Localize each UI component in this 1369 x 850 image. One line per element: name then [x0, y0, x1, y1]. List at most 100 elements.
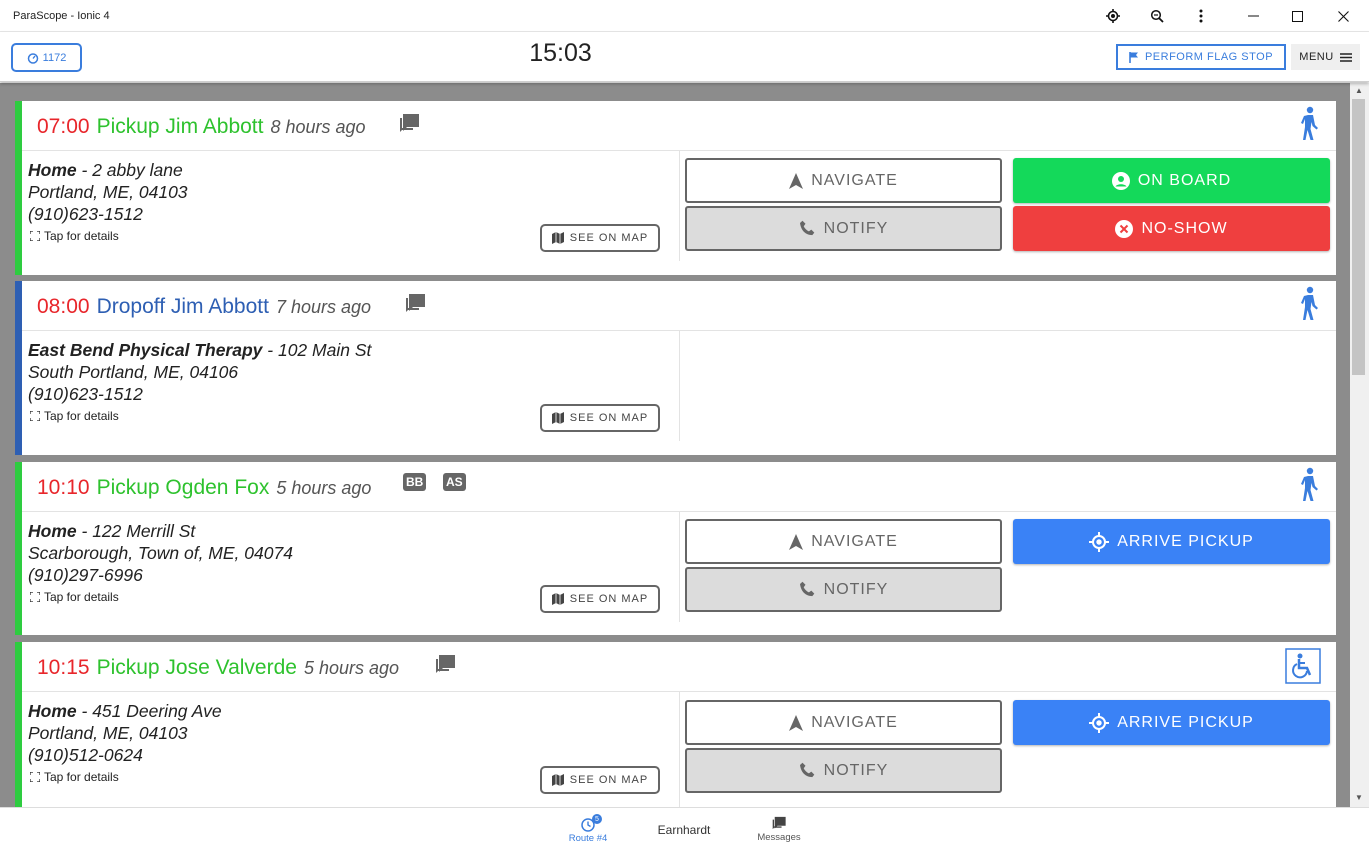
- address-city: Portland, ME, 04103: [28, 182, 188, 202]
- person-circle-icon: [1111, 171, 1130, 190]
- expand-icon: [30, 231, 40, 241]
- tab-messages[interactable]: Messages: [748, 808, 810, 850]
- stop-card-3[interactable]: 10:15 Pickup Jose Valverde 5 hours ago H…: [15, 642, 1336, 807]
- minimize-icon[interactable]: [1231, 0, 1275, 32]
- address-name: Home: [28, 521, 77, 541]
- stop-card-2[interactable]: 10:10 Pickup Ogden Fox 5 hours ago BB AS…: [15, 462, 1336, 635]
- stop-card-1[interactable]: 08:00 Dropoff Jim Abbott 7 hours ago Eas…: [15, 281, 1336, 455]
- navigation-arrow-icon: [789, 714, 804, 731]
- stop-label: Dropoff Jim Abbott: [96, 295, 269, 318]
- address-street: 102 Main St: [277, 340, 372, 360]
- close-icon[interactable]: [1321, 0, 1365, 32]
- chat-icon[interactable]: [405, 293, 427, 318]
- tap-for-details[interactable]: Tap for details: [30, 590, 119, 604]
- notify-button[interactable]: NOTIFY: [685, 567, 1002, 612]
- stop-address: East Bend Physical Therapy - 102 Main St…: [28, 340, 372, 404]
- app-header: 1172 15:03 PERFORM FLAG STOP MENU: [0, 32, 1369, 82]
- phone-icon: [799, 762, 814, 778]
- locate-icon: [1089, 712, 1110, 733]
- more-options-icon[interactable]: [1179, 0, 1223, 32]
- divider: [679, 331, 680, 441]
- chat-icon[interactable]: [399, 113, 421, 138]
- walking-person-icon: [1299, 106, 1321, 149]
- tab-label: Route #4: [568, 833, 608, 844]
- address-name: Home: [28, 160, 77, 180]
- tap-for-details[interactable]: Tap for details: [30, 409, 119, 423]
- stop-time: 07:00: [37, 115, 90, 138]
- stop-card-0[interactable]: 07:00 Pickup Jim Abbott 8 hours ago Home…: [15, 101, 1336, 275]
- map-icon: [551, 593, 564, 605]
- stop-ago: 7 hours ago: [275, 297, 372, 317]
- walking-person-icon: [1299, 286, 1321, 329]
- current-time: 15:03: [529, 39, 592, 67]
- stop-header: 10:10 Pickup Ogden Fox 5 hours ago BB AS: [22, 462, 1336, 512]
- stop-header: 10:15 Pickup Jose Valverde 5 hours ago: [22, 642, 1336, 692]
- perform-flag-stop-button[interactable]: PERFORM FLAG STOP: [1116, 44, 1286, 70]
- arrive-pickup-button[interactable]: ARRIVE PICKUP: [1013, 519, 1330, 564]
- stop-list[interactable]: 07:00 Pickup Jim Abbott 8 hours ago Home…: [0, 83, 1350, 807]
- phone-number: (910)623-1512: [28, 384, 143, 404]
- phone-number: (910)297-6996: [28, 565, 143, 585]
- address-street: 451 Deering Ave: [92, 701, 222, 721]
- no-show-button[interactable]: NO-SHOW: [1013, 206, 1330, 251]
- menu-button[interactable]: MENU: [1291, 44, 1360, 70]
- close-circle-icon: [1115, 219, 1134, 238]
- stop-label: Pickup Jim Abbott: [96, 115, 264, 138]
- maximize-icon[interactable]: [1275, 0, 1319, 32]
- tab-driver[interactable]: Earnhardt: [644, 808, 724, 850]
- tap-for-details[interactable]: Tap for details: [30, 229, 119, 243]
- navigate-button[interactable]: NAVIGATE: [685, 519, 1002, 564]
- stop-ago: 5 hours ago: [303, 658, 400, 678]
- tab-label: Earnhardt: [657, 822, 711, 837]
- notify-button[interactable]: NOTIFY: [685, 748, 1002, 793]
- expand-icon: [30, 411, 40, 421]
- route-badge: 5: [592, 814, 602, 824]
- stop-time: 10:10: [37, 476, 90, 499]
- stop-address: Home - 122 Merrill St Scarborough, Town …: [28, 521, 293, 585]
- address-city: Scarborough, Town of, ME, 04074: [28, 543, 293, 563]
- scrollbar[interactable]: ▲ ▼: [1350, 83, 1369, 807]
- divider: [679, 512, 680, 622]
- flag-icon: [1129, 51, 1138, 63]
- menu-label: MENU: [1299, 51, 1334, 63]
- window-titlebar: ParaScope - Ionic 4: [0, 0, 1369, 32]
- on-board-button[interactable]: ON BOARD: [1013, 158, 1330, 203]
- see-on-map-button[interactable]: SEE ON MAP: [540, 404, 660, 432]
- flag-stop-label: PERFORM FLAG STOP: [1144, 51, 1274, 63]
- map-icon: [551, 232, 564, 244]
- scrollbar-thumb[interactable]: [1352, 99, 1365, 375]
- stop-label: Pickup Jose Valverde: [96, 656, 297, 679]
- hamburger-icon: [1339, 52, 1352, 62]
- chat-icon: [772, 816, 786, 830]
- stop-label: Pickup Ogden Fox: [96, 476, 270, 499]
- stop-time: 10:15: [37, 656, 90, 679]
- scroll-up-arrow-icon[interactable]: ▲: [1355, 86, 1363, 95]
- navigate-button[interactable]: NAVIGATE: [685, 700, 1002, 745]
- locate-icon[interactable]: [1091, 0, 1135, 32]
- scroll-down-arrow-icon[interactable]: ▼: [1355, 793, 1363, 802]
- divider: [679, 692, 680, 807]
- stop-address: Home - 451 Deering Ave Portland, ME, 041…: [28, 701, 222, 765]
- stop-ago: 8 hours ago: [270, 117, 366, 137]
- arrive-pickup-button[interactable]: ARRIVE PICKUP: [1013, 700, 1330, 745]
- address-name: East Bend Physical Therapy: [28, 340, 263, 360]
- tab-route[interactable]: 5 Route #4: [558, 808, 618, 850]
- see-on-map-button[interactable]: SEE ON MAP: [540, 766, 660, 794]
- locate-icon: [1089, 531, 1110, 552]
- divider: [679, 151, 680, 261]
- expand-icon: [30, 772, 40, 782]
- see-on-map-button[interactable]: SEE ON MAP: [540, 585, 660, 613]
- address-street: 122 Merrill St: [92, 521, 196, 541]
- tap-for-details[interactable]: Tap for details: [30, 770, 119, 784]
- rider-badge: BB: [403, 473, 427, 491]
- notify-button[interactable]: NOTIFY: [685, 206, 1002, 251]
- navigate-button[interactable]: NAVIGATE: [685, 158, 1002, 203]
- expand-icon: [30, 592, 40, 602]
- walking-person-icon: [1299, 467, 1321, 510]
- see-on-map-button[interactable]: SEE ON MAP: [540, 224, 660, 252]
- zoom-icon[interactable]: [1135, 0, 1179, 32]
- stop-header: 08:00 Dropoff Jim Abbott 7 hours ago: [22, 281, 1336, 331]
- window-title: ParaScope - Ionic 4: [13, 10, 110, 22]
- address-name: Home: [28, 701, 77, 721]
- chat-icon[interactable]: [435, 654, 457, 679]
